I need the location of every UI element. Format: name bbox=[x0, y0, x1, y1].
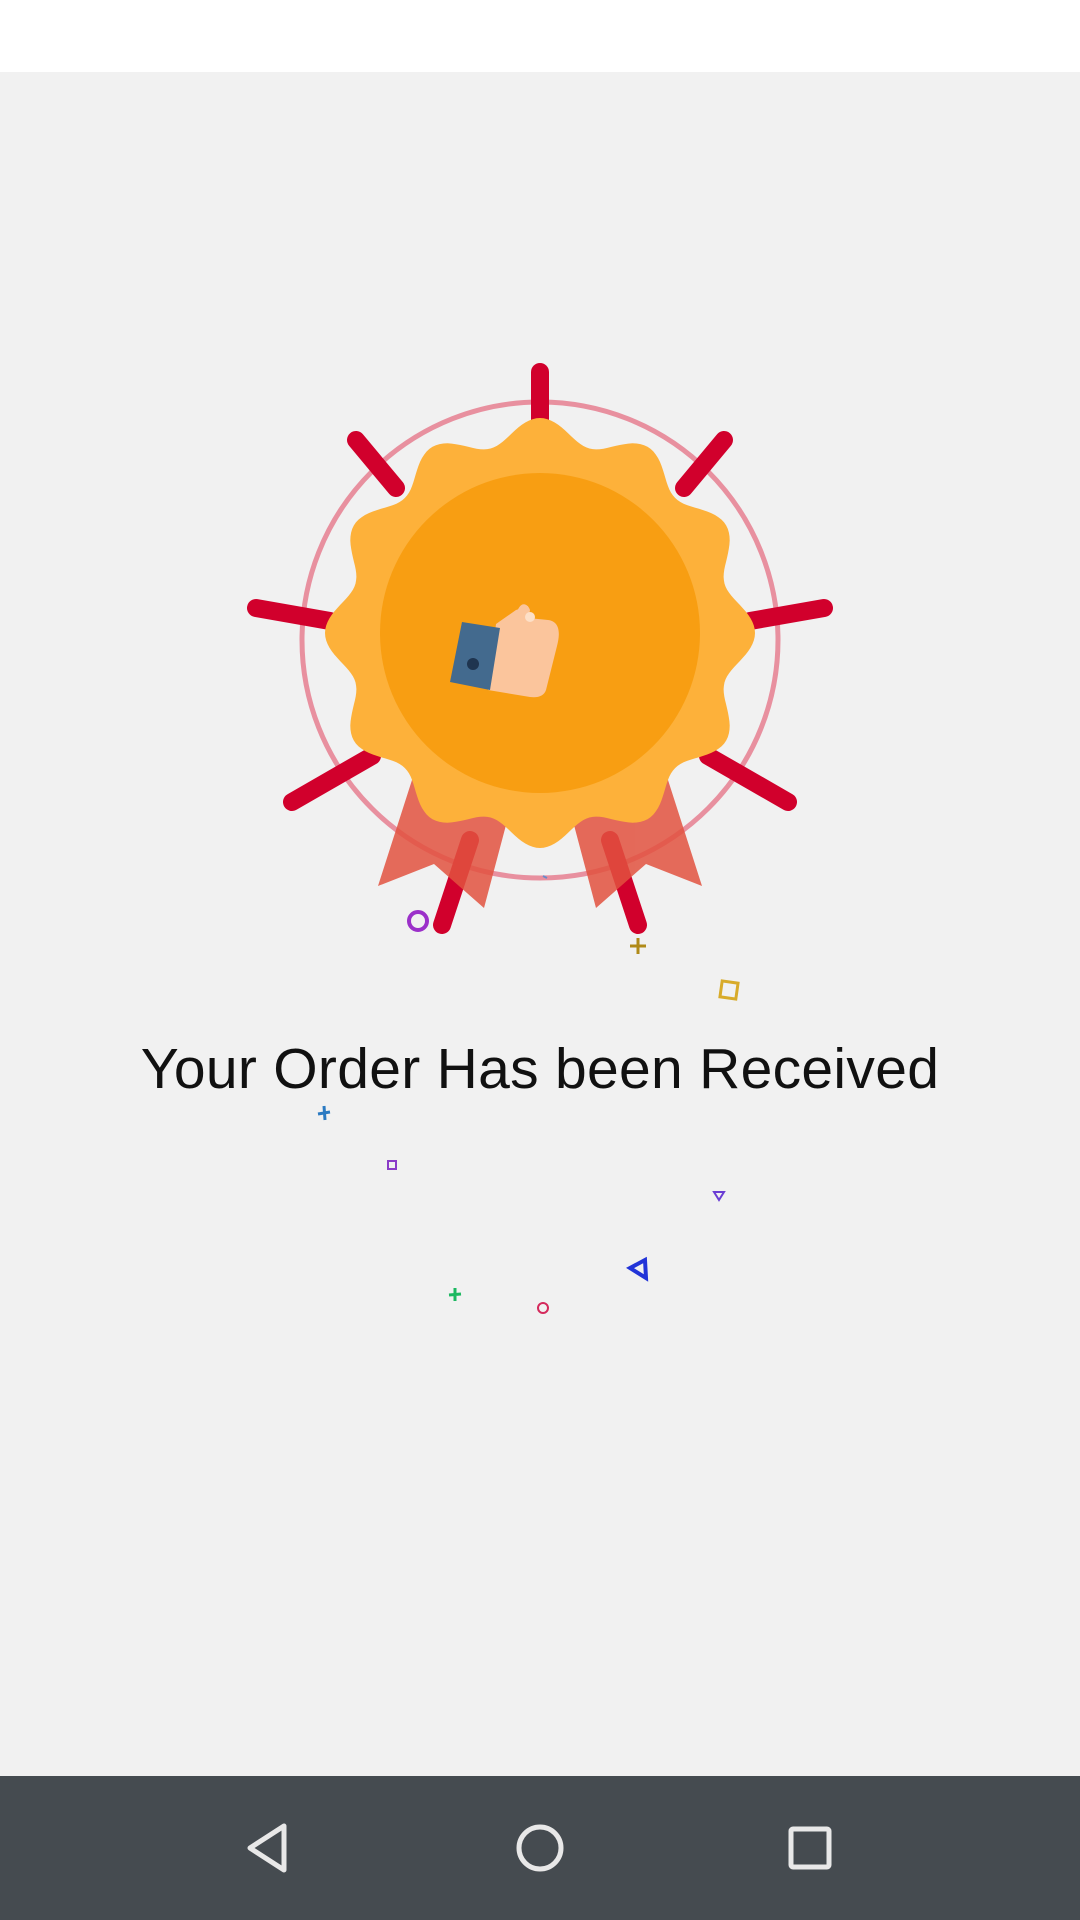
back-triangle-icon bbox=[247, 1823, 287, 1873]
back-button[interactable] bbox=[220, 1798, 320, 1898]
success-badge bbox=[0, 340, 1080, 980]
recents-square-icon bbox=[788, 1826, 832, 1870]
recents-button[interactable] bbox=[760, 1798, 860, 1898]
thumbs-up-award-badge-icon bbox=[247, 363, 833, 934]
order-received-message: Your Order Has been Received bbox=[140, 1037, 940, 1101]
home-circle-icon bbox=[516, 1824, 564, 1872]
navigation-bar bbox=[0, 1776, 1080, 1920]
home-button[interactable] bbox=[490, 1798, 590, 1898]
status-bar bbox=[0, 0, 1080, 72]
